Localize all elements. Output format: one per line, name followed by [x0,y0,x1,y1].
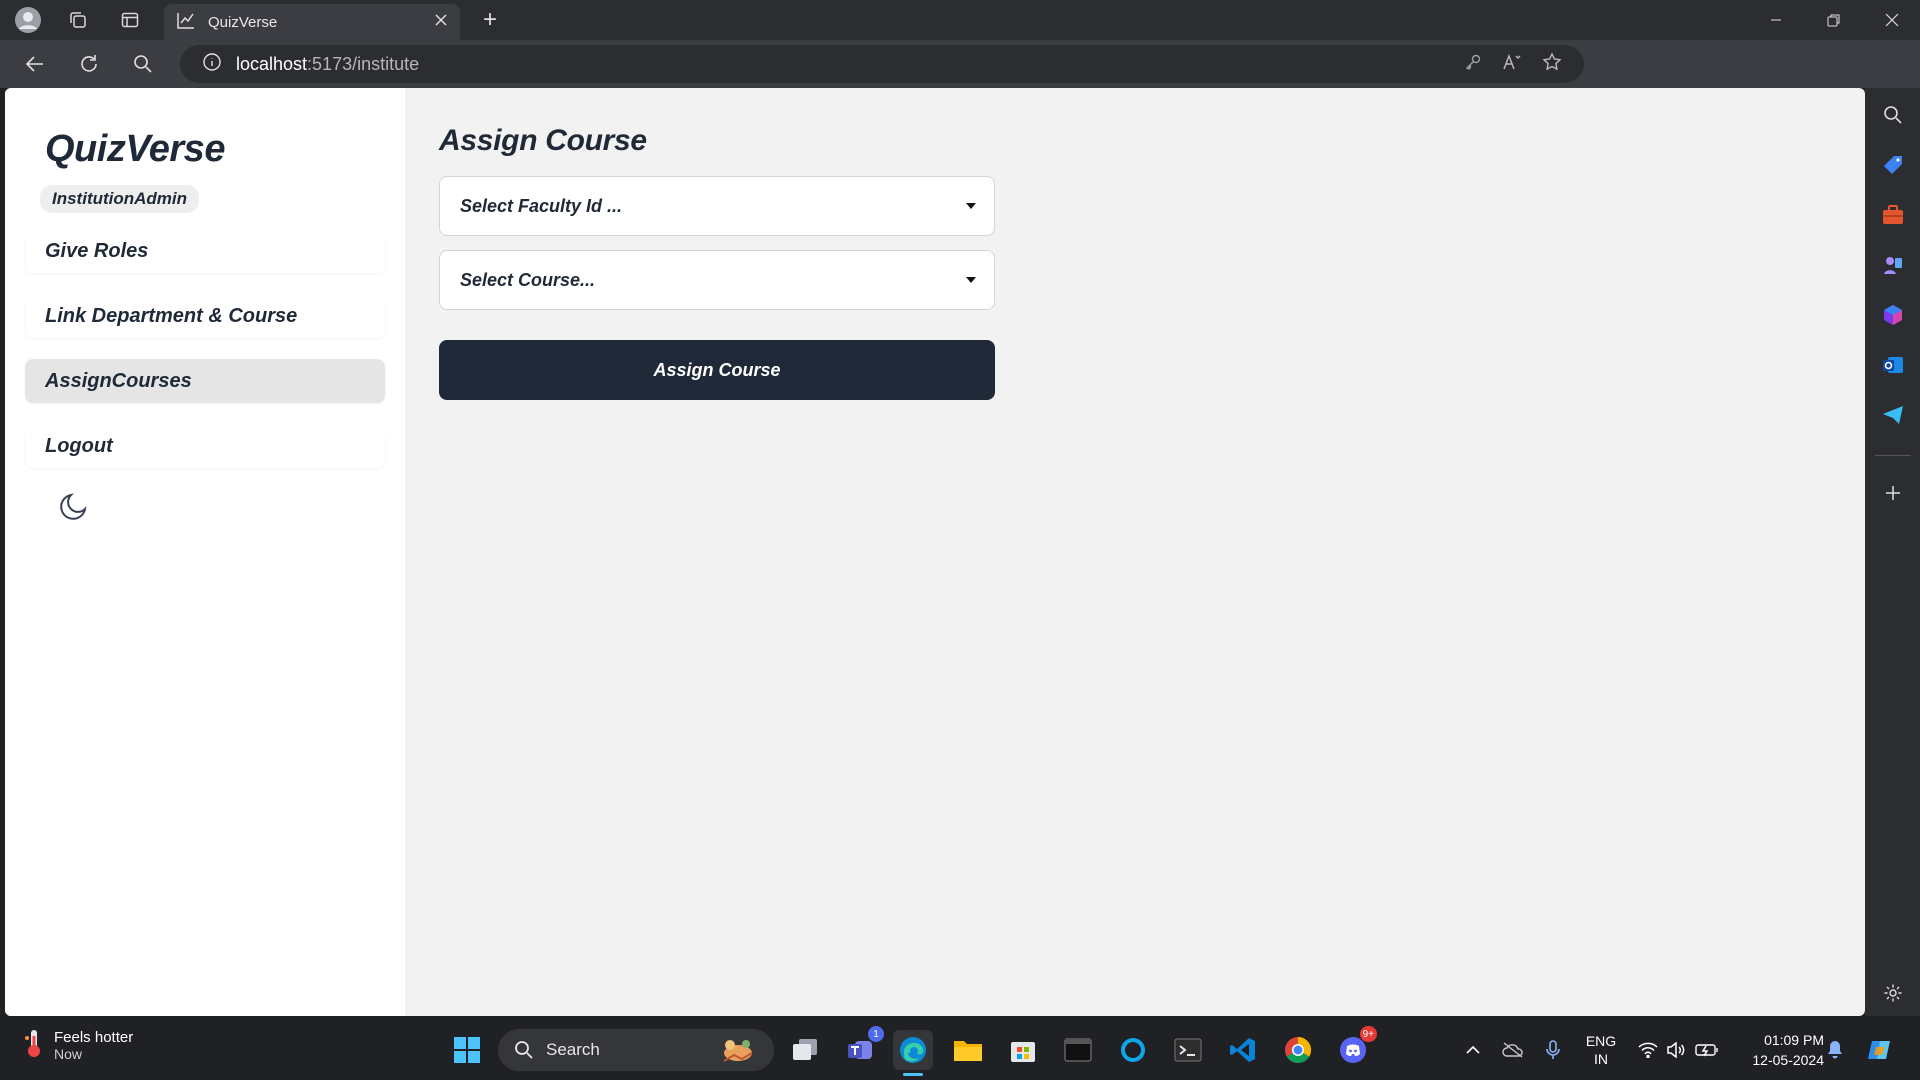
chrome-icon[interactable] [1278,1030,1318,1070]
show-hidden-icons-chevron-up-icon[interactable] [1460,1020,1486,1080]
weather-subtitle: Now [54,1046,83,1062]
assign-course-button[interactable]: Assign Course [439,340,995,400]
microsoft-365-icon[interactable] [1880,302,1906,328]
app-logo: QuizVerse [45,128,225,170]
windows-start-icon[interactable] [447,1030,487,1070]
role-badge: InstitutionAdmin [40,185,200,213]
vscode-icon[interactable] [1223,1030,1263,1070]
close-window-button[interactable] [1864,0,1920,40]
cortana-ring-icon[interactable] [1113,1030,1153,1070]
edge-sidebar [1865,88,1920,1016]
microsoft-store-icon[interactable] [1003,1030,1043,1070]
teams-icon[interactable]: 1 [840,1026,884,1070]
sidebar-settings-icon[interactable] [1880,980,1906,1006]
favorite-star-icon[interactable] [1542,51,1562,77]
course-select-value: Select Course... [460,269,596,290]
page-title: Assign Course [439,124,647,157]
key-icon[interactable] [1464,53,1482,76]
discord-notification-badge: 9+ [1359,1026,1377,1042]
terminal-app-icon[interactable] [1058,1030,1098,1070]
address-bar-row: localhost:5173/institute [0,40,1920,113]
volume-icon[interactable] [1662,1020,1690,1080]
new-tab-button[interactable]: + [472,4,508,36]
sidebar-divider [1875,455,1911,456]
file-explorer-icon[interactable] [948,1030,988,1070]
battery-charging-icon[interactable] [1692,1020,1722,1080]
chevron-down-icon [966,277,976,283]
sidebar-item-link-department-course[interactable]: Link Department & Course [25,294,385,338]
faculty-id-select[interactable]: Select Faculty Id ... [439,176,995,236]
teams-notification-badge: 1 [868,1026,884,1042]
windows-taskbar: Feels hotter Now Search 1 9+ ENG IN 01:0… [0,1020,1920,1080]
search-highlight-image-icon [716,1035,760,1070]
region-code: IN [1594,1051,1608,1067]
thermometer-icon [24,1028,44,1063]
info-icon[interactable] [202,52,222,77]
onedrive-offline-icon[interactable] [1500,1020,1526,1080]
sidebar-menu: Give Roles Link Department & Course Assi… [25,229,385,468]
tab-quizverse[interactable]: QuizVerse [164,4,460,40]
taskbar-search-input[interactable]: Search [498,1029,774,1071]
sidebar-search-icon[interactable] [1880,102,1906,128]
app-sidebar: QuizVerse InstitutionAdmin Give Roles Li… [5,88,405,1016]
course-select[interactable]: Select Course... [439,250,995,310]
url-actions [1464,45,1584,83]
chevron-down-icon [966,203,976,209]
sidebar-item-give-roles[interactable]: Give Roles [25,229,385,273]
tools-briefcase-icon[interactable] [1880,202,1906,228]
add-sidebar-app-icon[interactable] [1880,480,1906,506]
language-code: ENG [1585,1033,1617,1049]
restore-button[interactable] [1806,0,1862,40]
task-view-icon[interactable] [785,1030,825,1070]
outlook-icon[interactable] [1880,352,1906,378]
sidebar-item-assign-courses[interactable]: AssignCourses [25,359,385,403]
telegram-send-icon[interactable] [1880,402,1906,428]
taskbar-search-placeholder: Search [546,1040,600,1059]
weather-widget[interactable]: Feels hotter Now [24,1028,133,1063]
shopping-tag-icon[interactable] [1880,152,1906,178]
refresh-button[interactable] [62,40,116,88]
workspaces-icon[interactable] [58,0,98,40]
browser-titlebar: QuizVerse + [0,0,1920,40]
search-icon[interactable] [116,40,170,88]
command-prompt-icon[interactable] [1168,1030,1208,1070]
read-aloud-icon[interactable] [1502,53,1522,76]
sidebar-item-logout[interactable]: Logout [25,424,385,468]
url-path: :5173/institute [307,53,420,74]
wifi-icon[interactable] [1634,1020,1662,1080]
taskbar-clock[interactable]: 01:09 PM 12-05-2024 [1752,1030,1824,1070]
games-icon[interactable] [1880,252,1906,278]
clock-time: 01:09 PM [1764,1032,1824,1048]
edge-taskbar-icon[interactable] [893,1030,933,1076]
url-host: localhost [236,53,308,74]
clock-date: 12-05-2024 [1752,1052,1824,1068]
discord-icon[interactable]: 9+ [1333,1026,1377,1070]
tab-chart-icon [176,10,196,34]
main-content: Assign Course Select Faculty Id ... Sele… [405,88,1865,1016]
search-icon [515,1041,533,1059]
faculty-id-select-value: Select Faculty Id ... [460,195,623,216]
microphone-icon[interactable] [1540,1020,1566,1080]
profile-icon[interactable] [8,0,48,40]
tab-title: QuizVerse [208,13,278,31]
notification-bell-icon[interactable] [1822,1020,1848,1080]
language-indicator[interactable]: ENG IN [1578,1020,1624,1080]
minimize-button[interactable] [1748,0,1804,40]
vertical-tabs-icon[interactable] [110,0,150,40]
weather-title: Feels hotter [54,1029,134,1046]
url-field[interactable]: localhost:5173/institute [180,45,1584,83]
dark-mode-toggle-moon-icon[interactable] [57,489,93,525]
web-page: QuizVerse InstitutionAdmin Give Roles Li… [5,88,1865,1016]
back-button[interactable] [8,40,62,88]
copilot-preview-icon[interactable] [1862,1020,1898,1080]
close-tab-icon[interactable] [434,13,448,31]
